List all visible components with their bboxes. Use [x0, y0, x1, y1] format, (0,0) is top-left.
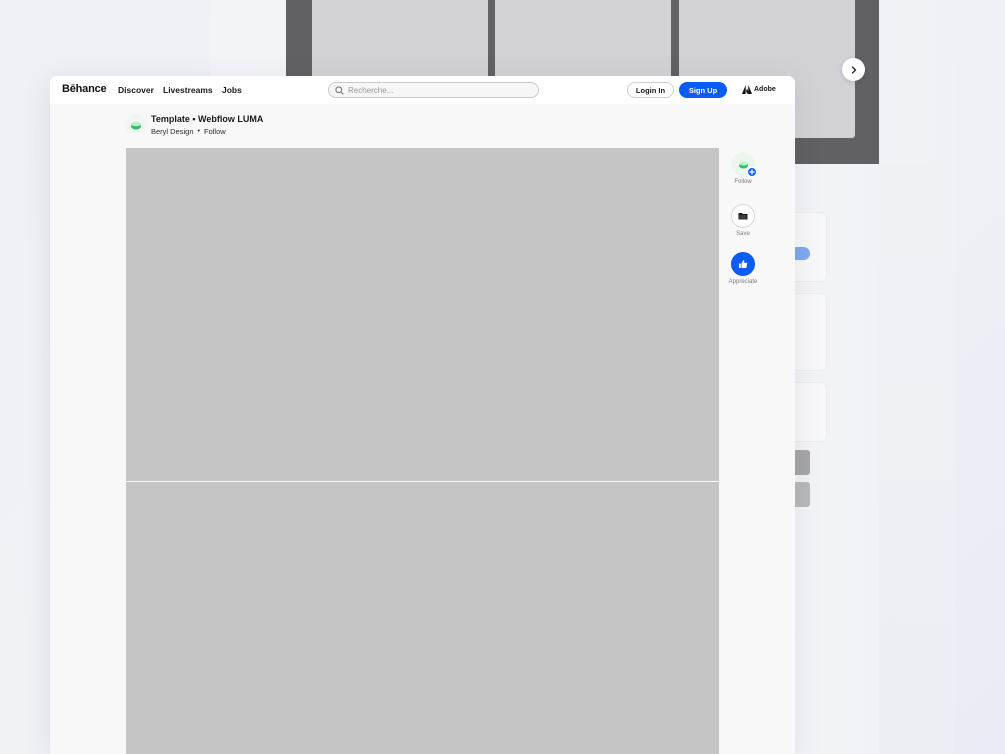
login-button[interactable]: Login In [627, 82, 674, 98]
project-title: Template • Webflow LUMA [151, 114, 264, 124]
project-owner-line: Beryl Design • Follow [151, 127, 226, 136]
background-square [795, 482, 810, 507]
background-card [795, 382, 827, 442]
adobe-label: Adobe [754, 86, 776, 93]
chevron-right-icon [851, 65, 856, 74]
project-image [126, 482, 719, 754]
background-right-panel [879, 164, 955, 754]
behance-logo[interactable]: Bēhance [62, 83, 107, 95]
top-navbar: Bēhance Discover Livestreams Jobs Login … [50, 76, 795, 104]
project-window: Bēhance Discover Livestreams Jobs Login … [50, 76, 795, 754]
save-action-label: Save [736, 231, 750, 237]
signup-button[interactable]: Sign Up [679, 82, 727, 98]
nav-link-jobs[interactable]: Jobs [222, 85, 242, 95]
adobe-link[interactable]: Adobe [742, 85, 776, 94]
folder-icon [738, 213, 748, 220]
follow-action-label: Follow [734, 179, 752, 185]
save-action[interactable]: Save [724, 204, 762, 237]
appreciate-action[interactable]: Appreciate [724, 252, 762, 285]
search-input[interactable] [348, 85, 528, 95]
plus-icon [747, 167, 757, 177]
search-bar[interactable] [328, 82, 539, 98]
owner-logo-icon [131, 121, 141, 130]
gallery-next-button[interactable] [842, 58, 865, 81]
project-image [126, 148, 719, 481]
thumbs-up-icon [739, 260, 748, 268]
appreciate-action-label: Appreciate [728, 279, 758, 285]
nav-link-discover[interactable]: Discover [118, 85, 154, 95]
search-icon [335, 85, 344, 95]
appreciate-button[interactable] [731, 252, 755, 276]
owner-avatar[interactable] [125, 114, 147, 136]
separator-dot: • [197, 128, 200, 135]
follow-action[interactable]: Follow [724, 152, 762, 185]
background-pill [795, 247, 810, 260]
follow-link[interactable]: Follow [204, 127, 226, 136]
owner-name-link[interactable]: Beryl Design [151, 127, 194, 136]
nav-link-livestreams[interactable]: Livestreams [163, 85, 213, 95]
follow-avatar-button[interactable] [731, 152, 757, 177]
adobe-logo-icon [742, 85, 752, 94]
save-button[interactable] [731, 204, 755, 228]
background-card [795, 293, 827, 371]
owner-logo-icon [738, 161, 748, 169]
background-square [795, 450, 810, 475]
